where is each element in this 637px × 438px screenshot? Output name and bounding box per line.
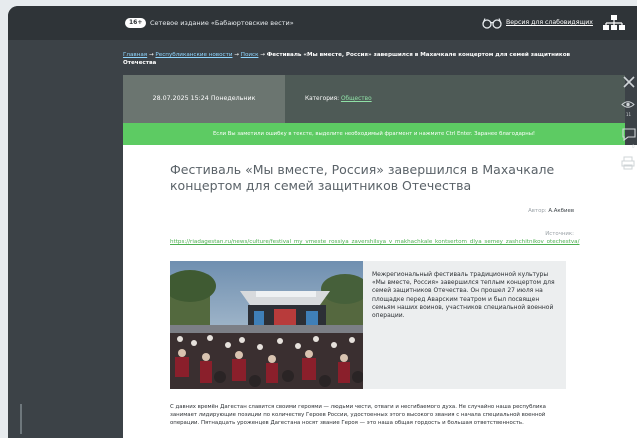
site-name[interactable]: Сетевое издание «Бабаюртовские вести»: [150, 18, 294, 28]
publish-date: 28.07.2025 15:24 Понедельник: [123, 75, 285, 123]
breadcrumb: Главная → Республиканские новости → Поис…: [123, 51, 593, 67]
article-body: С давних времён Дагестан славится своими…: [170, 404, 546, 426]
print-icon[interactable]: [621, 156, 635, 170]
error-report-notice: Если Вы заметили ошибку в тексте, выдели…: [123, 123, 625, 145]
author-name: А.Акбиев: [548, 208, 574, 214]
breadcrumb-separator: →: [234, 52, 239, 58]
article-lead: Межрегиональный фестиваль традиционной к…: [170, 261, 566, 389]
visually-impaired-link[interactable]: Версия для слабовидящих: [506, 18, 593, 28]
breadcrumb-separator: →: [148, 52, 154, 58]
author-label: Автор:: [528, 208, 547, 214]
source-label: Источник:: [545, 231, 574, 237]
breadcrumb-home[interactable]: Главная: [123, 52, 147, 58]
article-photo[interactable]: [170, 261, 363, 389]
close-icon[interactable]: [621, 75, 637, 89]
article-title: Фестиваль «Мы вместе, Россия» завершился…: [170, 162, 555, 193]
breadcrumb-search[interactable]: Поиск: [241, 52, 259, 58]
comments-count: 0: [632, 144, 635, 149]
category: Категория: Общество: [305, 75, 372, 123]
sitemap-icon[interactable]: [603, 15, 625, 31]
left-edge-marker: [20, 404, 22, 434]
source-link[interactable]: https://riadagestan.ru/news/culture/fest…: [170, 239, 637, 245]
views-count: 11: [626, 112, 632, 117]
eye-icon: [621, 101, 635, 108]
breadcrumb-separator: →: [260, 52, 265, 58]
lead-text: Межрегиональный фестиваль традиционной к…: [372, 271, 555, 320]
breadcrumb-republic-news[interactable]: Республиканские новости: [155, 52, 232, 58]
article-info-bar: 28.07.2025 15:24 Понедельник Категория: …: [123, 75, 625, 123]
age-rating-badge: 16+: [125, 18, 147, 28]
article-card: Фестиваль «Мы вместе, Россия» завершился…: [123, 145, 637, 438]
site-header: 16+ Сетевое издание «Бабаюртовские вести…: [8, 6, 637, 40]
comment-icon[interactable]: [621, 128, 637, 142]
article-author: Автор: А.Акбиев: [528, 208, 574, 214]
glasses-icon[interactable]: [482, 17, 502, 29]
category-link[interactable]: Общество: [341, 96, 372, 102]
category-label: Категория:: [305, 96, 340, 102]
page-frame: 16+ Сетевое издание «Бабаюртовские вести…: [8, 6, 637, 438]
